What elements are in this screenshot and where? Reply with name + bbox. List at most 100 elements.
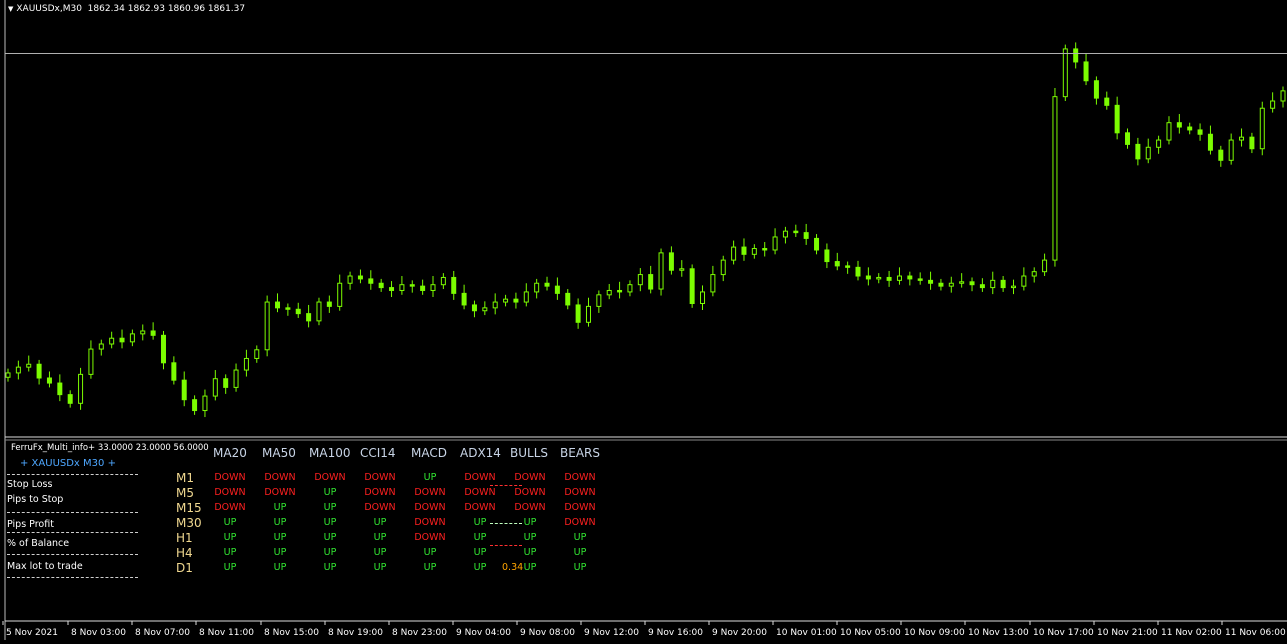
max-lot-label: Max lot to trade [7,561,83,572]
time-axis: 5 Nov 2021 8 Nov 03:00 8 Nov 07:00 8 Nov 11… [2,621,1286,638]
signal-cell: UP [573,547,587,558]
x-tick-label: 11 Nov 02:00 [1161,628,1222,638]
signal-cell: DOWN [414,502,446,513]
candle-body [741,246,747,255]
candle-body [585,305,591,323]
chart-header: ▼ XAUUSDx,M30 1862.34 1862.93 1860.96 186… [8,4,245,14]
candle-body [1125,132,1131,145]
candle-body [554,285,560,294]
candle-body [150,330,156,336]
candle-body [36,363,42,379]
candle-body [57,382,63,396]
candle-body [78,373,84,404]
candle-body [461,292,467,306]
signal-cell: UP [523,547,537,558]
timeframe-label: M1 [176,471,194,485]
price-chart[interactable]: 5 Nov 2021 8 Nov 03:00 8 Nov 07:00 8 Nov 11… [0,0,1287,640]
timeframe-label: M5 [176,486,194,500]
candle-body [845,265,851,268]
candle-body [814,237,820,251]
signal-cell: UP [223,562,237,573]
candle-body [1042,259,1048,273]
x-tick-label: 9 Nov 04:00 [456,628,511,638]
candle-body [513,298,519,303]
candle-body [990,279,996,289]
candle-body [378,282,384,289]
candle-body [700,291,706,304]
candle-body [254,349,260,359]
candle-body [731,246,737,261]
x-tick-label: 5 Nov 2021 [6,628,58,638]
signal-cell: UP [223,532,237,543]
signal-cell: UP [273,517,287,528]
divider [7,512,138,513]
timeframe-label: D1 [176,561,193,575]
candle-body [1010,285,1016,289]
timeframe-label: H4 [176,546,193,560]
signal-cell: DOWN [214,472,246,483]
candle-body [192,399,198,412]
crossover-dash [490,523,522,524]
col-header-ma20: MA20 [213,446,247,460]
x-tick-label: 10 Nov 05:00 [840,628,901,638]
candle-body [896,275,902,281]
candle-body [1031,271,1037,277]
candle-body [1145,146,1151,160]
signal-cell: DOWN [414,532,446,543]
candle-body [1000,279,1006,289]
candle-body [1197,129,1203,135]
candle-body [1228,139,1234,161]
signal-cell: UP [273,562,287,573]
signal-cell: DOWN [314,472,346,483]
x-tick-label: 10 Nov 13:00 [968,628,1029,638]
signal-cell: UP [223,547,237,558]
candle-body [1062,48,1068,98]
signal-cell: UP [473,547,487,558]
candle-body [5,372,11,378]
signal-cell: DOWN [414,517,446,528]
candle-body [275,301,281,309]
candle-body [720,259,726,276]
candle-body [482,307,488,312]
candle-body [1249,136,1255,150]
candle-body [129,333,135,343]
candle-body [67,394,73,404]
candle-body [15,366,21,374]
signal-cell: DOWN [364,472,396,483]
candle-body [938,282,944,287]
candle-body [1135,143,1141,160]
candle-body [648,274,654,290]
candle-body [596,294,602,307]
pct-balance-label: % of Balance [7,538,70,549]
candle-body [264,301,270,351]
timeframe-label: M30 [176,516,202,530]
col-header-macd: MACD [411,446,447,460]
divider [7,554,138,555]
candle-body [1239,136,1245,141]
candle-body [793,230,799,234]
timeframe-label: H1 [176,531,193,545]
signal-cell: DOWN [214,487,246,498]
candle-body [1280,90,1286,102]
chart-canvas[interactable]: 5 Nov 2021 8 Nov 03:00 8 Nov 07:00 8 Nov 11… [0,0,1287,640]
candle-body [668,252,674,271]
x-tick-label: 9 Nov 20:00 [712,628,767,638]
crossover-dash [490,485,522,486]
collapse-triangle-icon[interactable]: ▼ [8,5,13,13]
candle-body [979,284,985,289]
candle-body [471,304,477,312]
divider [7,577,138,578]
x-tick-label: 10 Nov 09:00 [904,628,965,638]
col-header-adx14: ADX14 [460,446,501,460]
col-header-cci14: CCI14 [360,446,396,460]
candle-body [1114,104,1120,134]
candle-body [658,252,664,290]
signal-cell: UP [573,532,587,543]
candle-body [503,298,509,303]
candle-body [1052,96,1058,261]
candle-body [1270,100,1276,109]
candle-body [295,308,301,315]
candle-body [1176,122,1182,128]
candle-body [907,275,913,280]
candle-body [223,378,229,388]
